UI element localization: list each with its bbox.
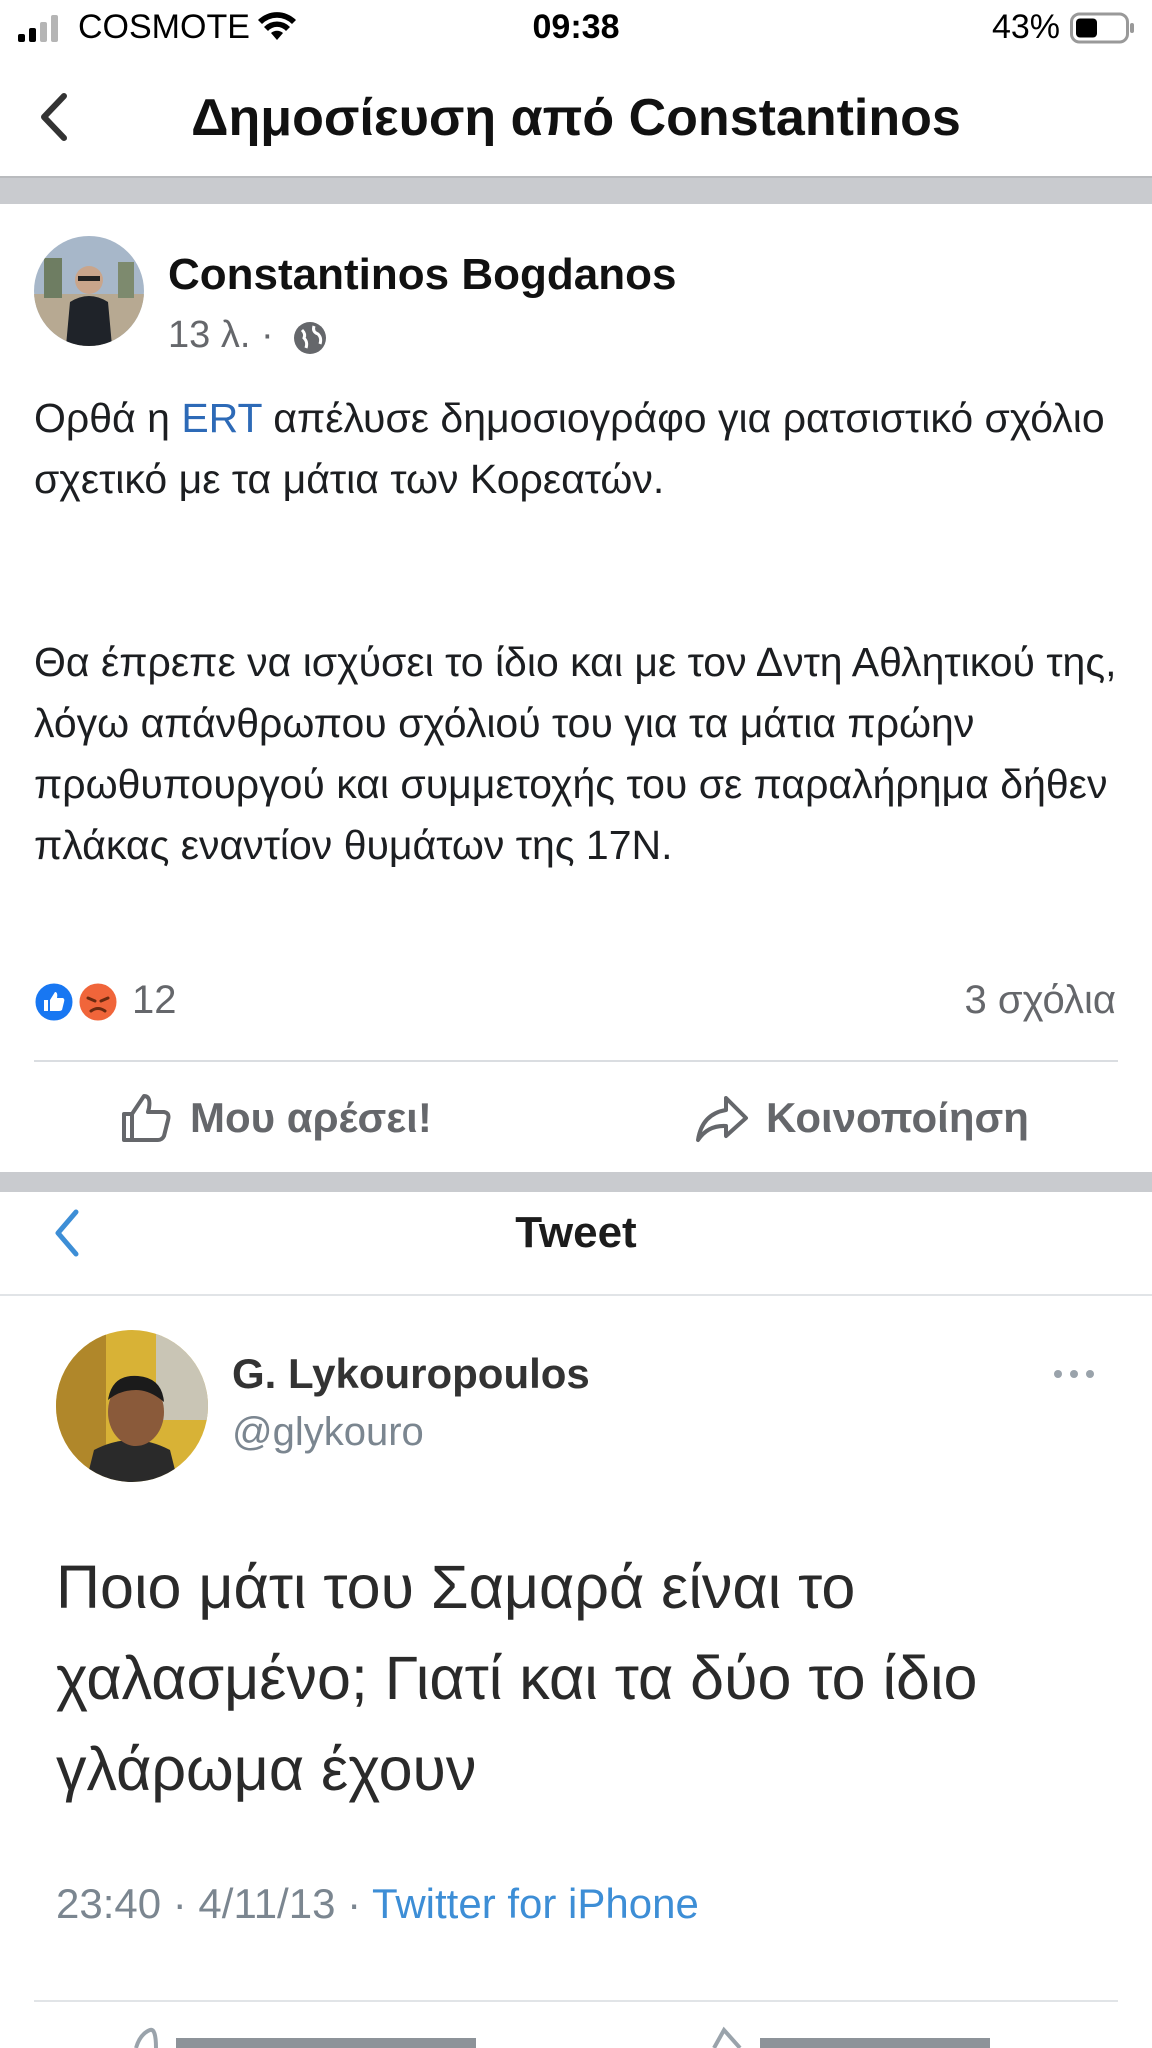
header-divider [0,176,1152,204]
tweet-timestamp: 23:40 · 4/11/13 · [56,1880,373,1927]
share-arrow-icon [696,1096,748,1142]
divider [34,2000,1118,2002]
like-emoji-icon[interactable] [32,980,76,1024]
angry-emoji-icon[interactable] [76,980,120,1024]
like-label: Μου αρέσει! [190,1094,432,1141]
post-text: Ορθά η [34,395,182,441]
post-text-paragraph: Ορθά η ERT απέλυσε δημοσιογράφο για ρατσ… [34,388,1124,510]
divider [34,1060,1118,1062]
tweet-author-name[interactable]: G. Lykouropoulos [232,1350,590,1398]
tweet-header-title: Tweet [515,1208,637,1257]
divider [0,1294,1152,1296]
cropped-action-row [134,2026,990,2048]
globe-icon [294,322,326,354]
status-bar: COSMOTE 09:38 43% [0,0,1152,58]
section-divider [0,1172,1152,1192]
author-avatar[interactable] [34,236,144,346]
clock: 09:38 [532,8,620,46]
share-label: Κοινοποίηση [766,1094,1029,1141]
reaction-count[interactable]: 12 [132,978,177,1023]
comment-count[interactable]: 3 σχόλια [965,978,1116,1023]
tweet-source-link[interactable]: Twitter for iPhone [372,1880,699,1927]
thumbs-up-icon [122,1094,171,1142]
tweet-metadata: 23:40 · 4/11/13 · Twitter for iPhone [56,1880,699,1928]
tweet-author-handle[interactable]: @glykouro [232,1410,424,1455]
author-name[interactable]: Constantinos Bogdanos [168,250,676,300]
more-dots-icon[interactable] [1052,1364,1096,1384]
page-title: Δημοσίευση από Constantinos [191,89,961,147]
battery-icon [1070,12,1134,44]
tweet-text: Ποιο μάτι του Σαμαρά είναι το χαλασμένο;… [56,1553,978,1803]
post-text-paragraph: Θα έπρεπε να ισχύσει το ίδιο και με τον … [34,639,1117,868]
post-timestamp: 13 λ. · [168,314,274,356]
share-button[interactable]: Κοινοποίηση [694,1090,1029,1152]
tweet-avatar[interactable] [56,1330,208,1482]
like-button[interactable]: Μου αρέσει! [118,1090,432,1152]
battery-percentage: 43% [991,8,1060,46]
ert-link[interactable]: ERT [181,395,262,441]
